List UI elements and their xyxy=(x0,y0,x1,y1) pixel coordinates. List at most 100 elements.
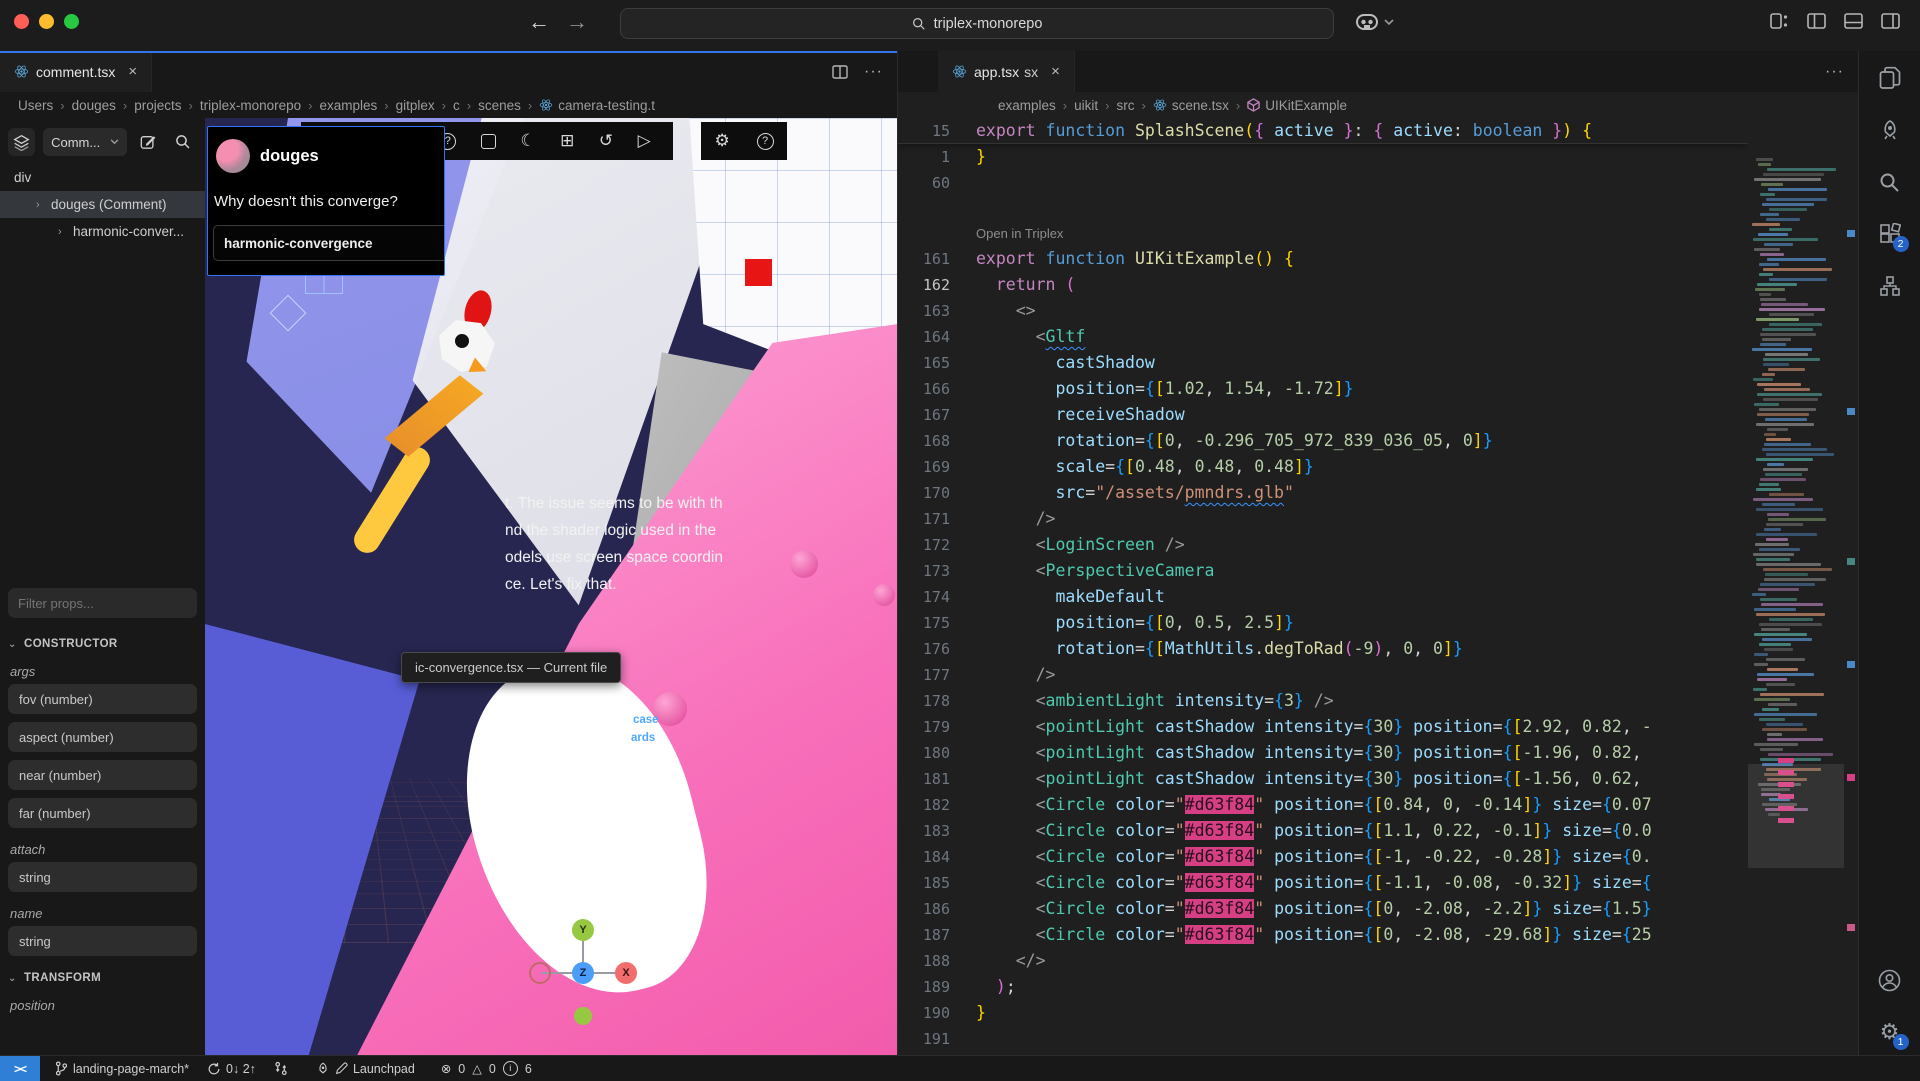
launch-button[interactable] xyxy=(1877,117,1903,143)
toggle-secondary-sidebar-icon[interactable] xyxy=(1881,13,1900,29)
tree-item-div[interactable]: div xyxy=(0,164,205,191)
code-line[interactable]: 175 position={[0, 0.5, 2.5]} xyxy=(898,610,1748,636)
more-actions-icon[interactable]: ··· xyxy=(1825,63,1844,81)
breadcrumb-item[interactable]: scene.tsx xyxy=(1153,98,1229,113)
prop-field-string[interactable]: string xyxy=(8,862,197,892)
pages-button[interactable] xyxy=(1877,65,1903,91)
moon-icon[interactable]: ☾ xyxy=(520,131,535,151)
play-icon[interactable]: ▷ xyxy=(638,131,651,151)
code-line[interactable]: 184 <Circle color="#d63f84" position={[-… xyxy=(898,844,1748,870)
breadcrumb-item[interactable]: UIKitExample xyxy=(1247,98,1347,113)
prop-field-aspect-number-[interactable]: aspect (number) xyxy=(8,722,197,752)
axis-x-negative[interactable] xyxy=(529,962,551,984)
new-comment-button[interactable] xyxy=(135,128,162,156)
chevron-right-icon[interactable]: › xyxy=(36,199,46,211)
code-line[interactable]: 174 makeDefault xyxy=(898,584,1748,610)
compare-item[interactable] xyxy=(265,1056,297,1081)
close-tab-icon[interactable]: × xyxy=(1051,63,1060,80)
overview-ruler[interactable] xyxy=(1844,118,1858,1055)
chevron-right-icon[interactable]: › xyxy=(58,226,68,238)
code-line[interactable]: 183 <Circle color="#d63f84" position={[1… xyxy=(898,818,1748,844)
code-line[interactable]: 171 /> xyxy=(898,506,1748,532)
tree-item-harmonic-conver-[interactable]: ›harmonic-conver... xyxy=(0,218,205,245)
code-line[interactable]: 189 ); xyxy=(898,974,1748,1000)
breadcrumb-item[interactable]: examples xyxy=(998,98,1056,113)
breadcrumb-item[interactable]: triplex-monorepo xyxy=(200,98,301,113)
account-button[interactable] xyxy=(1877,967,1903,993)
section-header-transform[interactable]: ⌄TRANSFORM xyxy=(8,964,197,992)
sticky-code-line[interactable]: 15export function SplashScene({ active }… xyxy=(898,118,1748,144)
code-line[interactable]: 170 src="/assets/pmndrs.glb" xyxy=(898,480,1748,506)
frame-icon[interactable] xyxy=(481,134,496,149)
gear-icon[interactable]: ⚙ xyxy=(714,131,729,151)
code-line[interactable]: 188 </> xyxy=(898,948,1748,974)
section-header-constructor[interactable]: ⌄CONSTRUCTOR xyxy=(8,630,197,658)
references-button[interactable] xyxy=(1877,273,1903,299)
settings-button[interactable]: ⚙ 1 xyxy=(1877,1019,1903,1045)
launchpad-item[interactable]: Launchpad xyxy=(307,1056,424,1081)
breadcrumb-item[interactable]: uikit xyxy=(1074,98,1098,113)
remote-indicator[interactable]: >< xyxy=(0,1056,40,1081)
code-line[interactable]: 168 rotation={[0, -0.296_705_972_839_036… xyxy=(898,428,1748,454)
axis-x[interactable]: X xyxy=(615,962,637,984)
breadcrumb-item[interactable]: src xyxy=(1116,98,1134,113)
problems-item[interactable]: ⊗ 0 △ 0 i 6 xyxy=(432,1056,541,1081)
axis-z[interactable]: Z xyxy=(572,962,594,984)
component-selector[interactable]: Comm... xyxy=(43,128,127,156)
breadcrumb-item[interactable]: c xyxy=(453,98,460,113)
code-line[interactable]: 162 return ( xyxy=(898,272,1748,298)
codelens-open-in-triplex[interactable]: Open in Triplex xyxy=(898,222,1748,246)
search-scene-button[interactable] xyxy=(170,128,197,156)
toggle-panel-icon[interactable] xyxy=(1844,13,1863,29)
sync-item[interactable]: 0↓ 2↑ xyxy=(198,1056,265,1081)
code-line[interactable]: 191 xyxy=(898,1026,1748,1052)
comment-file-chip[interactable]: harmonic-convergence xyxy=(213,225,445,261)
breadcrumb-item[interactable]: Users xyxy=(18,98,53,113)
toggle-primary-sidebar-icon[interactable] xyxy=(1807,13,1826,29)
forward-button[interactable]: → xyxy=(566,9,588,35)
zoom-window-button[interactable] xyxy=(64,14,79,29)
split-editor-icon[interactable] xyxy=(832,65,848,79)
prop-field-near-number-[interactable]: near (number) xyxy=(8,760,197,790)
breadcrumb-item[interactable]: camera-testing.t xyxy=(539,98,655,113)
project-search-bar[interactable]: triplex-monorepo xyxy=(620,8,1334,39)
code-line[interactable]: 186 <Circle color="#d63f84" position={[0… xyxy=(898,896,1748,922)
axis-y-negative[interactable] xyxy=(574,1007,592,1025)
tab-comment-tsx[interactable]: comment.tsx × xyxy=(0,51,152,92)
tab-app-tsx[interactable]: app.tsx sx × xyxy=(938,51,1075,92)
code-line[interactable]: 187 <Circle color="#d63f84" position={[0… xyxy=(898,922,1748,948)
prop-field-string[interactable]: string xyxy=(8,926,197,956)
code-line[interactable]: 177 /> xyxy=(898,662,1748,688)
customize-layout-icon[interactable] xyxy=(1770,13,1789,29)
code-line[interactable]: 60 xyxy=(898,170,1748,196)
breadcrumb-item[interactable]: projects xyxy=(134,98,181,113)
minimap[interactable] xyxy=(1748,118,1844,1055)
breadcrumb-item[interactable]: scenes xyxy=(478,98,521,113)
minimize-window-button[interactable] xyxy=(39,14,54,29)
layers-button[interactable] xyxy=(8,128,35,156)
code-line[interactable]: 166 position={[1.02, 1.54, -1.72]} xyxy=(898,376,1748,402)
code-line[interactable]: 172 <LoginScreen /> xyxy=(898,532,1748,558)
scene-viewport[interactable]: ↺▷⚙?☾⊞↺▷ ⚙? douges Why doesn't this conv… xyxy=(205,118,897,1055)
undo-icon[interactable]: ↺ xyxy=(599,131,613,151)
code-line[interactable]: 164 <Gltf xyxy=(898,324,1748,350)
extensions-button[interactable]: 2 xyxy=(1877,221,1903,247)
tree-item-douges-comment-[interactable]: ›douges (Comment) xyxy=(0,191,205,218)
minimap-slider[interactable] xyxy=(1748,764,1844,868)
close-tab-icon[interactable]: × xyxy=(128,63,137,80)
breadcrumb-item[interactable]: gitplex xyxy=(396,98,435,113)
more-actions-icon[interactable]: ··· xyxy=(864,63,883,81)
code-line[interactable]: 176 rotation={[MathUtils.degToRad(-9), 0… xyxy=(898,636,1748,662)
code-line[interactable]: 167 receiveShadow xyxy=(898,402,1748,428)
filter-props-input[interactable] xyxy=(18,596,187,611)
code-line[interactable]: 163 <> xyxy=(898,298,1748,324)
code-line[interactable]: 165 castShadow xyxy=(898,350,1748,376)
grid-icon[interactable]: ⊞ xyxy=(560,131,574,151)
code-editor[interactable]: 15export function SplashScene({ active }… xyxy=(898,118,1748,1055)
prop-field-fov-number-[interactable]: fov (number) xyxy=(8,684,197,714)
help-icon[interactable]: ? xyxy=(757,133,774,150)
code-line[interactable]: 1} xyxy=(898,144,1748,170)
code-line[interactable]: 169 scale={[0.48, 0.48, 0.48]} xyxy=(898,454,1748,480)
close-window-button[interactable] xyxy=(14,14,29,29)
code-line[interactable]: 190} xyxy=(898,1000,1748,1026)
